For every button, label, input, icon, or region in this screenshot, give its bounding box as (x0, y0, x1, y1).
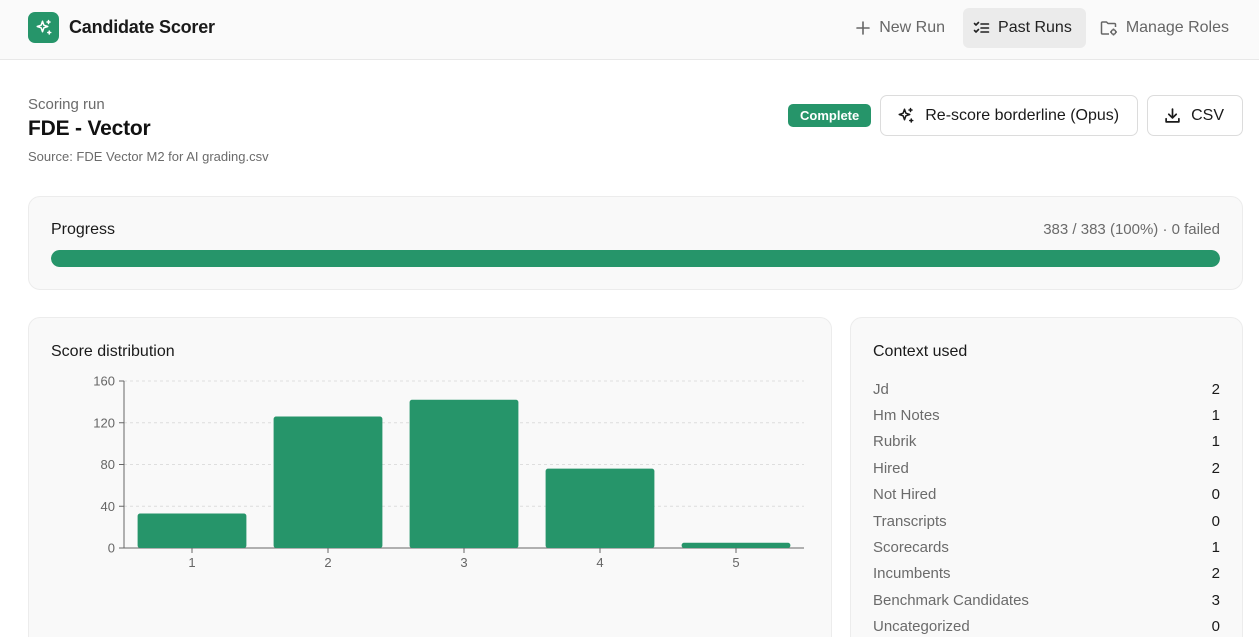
y-tick-label: 120 (93, 415, 115, 430)
progress-card: Progress 383 / 383 (100%) · 0 failed (28, 196, 1243, 290)
context-item-count: 0 (1211, 618, 1220, 636)
score-distribution-chart: 0 40 80 120 160 1 2 3 4 5 (93, 374, 804, 570)
context-item: Benchmark Candidates 3 (873, 587, 1220, 613)
context-item-label: Transcripts (873, 512, 947, 530)
bar-score-5 (681, 542, 791, 548)
context-item-count: 1 (1211, 407, 1220, 425)
run-header: Scoring run FDE - Vector Source: FDE Vec… (28, 96, 269, 164)
context-list: Jd 2 Hm Notes 1 Rubrik 1 Hired 2 Not Hired 0 Trans… (873, 376, 1220, 637)
x-tick-label: 3 (460, 555, 467, 570)
x-tick-label: 5 (732, 555, 739, 570)
y-tick-label: 0 (108, 541, 115, 556)
bar-score-1 (137, 513, 247, 548)
context-item-label: Not Hired (873, 486, 937, 504)
bar-score-4 (545, 468, 655, 548)
x-tick-label: 4 (596, 555, 603, 570)
context-item: Hired 2 (873, 455, 1220, 481)
context-item-label: Hm Notes (873, 407, 940, 425)
context-item-label: Benchmark Candidates (873, 591, 1029, 609)
sparkles-icon (898, 107, 914, 123)
context-item-label: Rubrik (873, 433, 917, 451)
context-item: Rubrik 1 (873, 429, 1220, 455)
progress-stat: 383 / 383 (100%) · 0 failed (1043, 221, 1220, 238)
progress-fill (51, 250, 1220, 267)
context-item: Scorecards 1 (873, 534, 1220, 560)
y-tick-label: 160 (93, 374, 115, 389)
download-icon (1165, 108, 1180, 123)
context-item-count: 2 (1211, 380, 1220, 398)
progress-title: Progress (51, 221, 116, 238)
y-tick-label: 80 (101, 457, 115, 472)
nav-manage-roles[interactable]: Manage Roles (1090, 8, 1243, 48)
nav-manage-roles-label: Manage Roles (1125, 19, 1229, 36)
context-item-count: 0 (1211, 512, 1220, 530)
context-item: Incumbents 2 (873, 561, 1220, 587)
bar-score-2 (273, 416, 383, 548)
context-item: Hm Notes 1 (873, 402, 1220, 428)
rescore-borderline-button[interactable]: Re-score borderline (Opus) (880, 95, 1139, 136)
x-tick-label: 2 (324, 555, 331, 570)
context-item-label: Jd (873, 380, 889, 398)
brand[interactable]: Candidate Scorer (28, 12, 215, 43)
nav-new-run-label: New Run (879, 19, 946, 36)
context-item-label: Hired (873, 459, 909, 477)
app-name: Candidate Scorer (69, 17, 215, 37)
context-item-count: 2 (1211, 459, 1220, 477)
checklist-icon (973, 21, 990, 33)
csv-download-label: CSV (1191, 106, 1224, 124)
sparkles-icon (28, 12, 59, 43)
page-title: FDE - Vector (28, 117, 151, 140)
context-item-count: 0 (1211, 486, 1220, 504)
y-tick-label: 40 (101, 499, 115, 514)
nav-past-runs[interactable]: Past Runs (963, 8, 1086, 48)
bar-score-3 (409, 399, 519, 548)
top-bar: Candidate Scorer New Run Past Runs Manag… (0, 0, 1259, 60)
nav-new-run[interactable]: New Run (845, 8, 959, 48)
score-distribution-card: Score distribution 0 40 80 120 160 1 2 3 4 5 (28, 317, 832, 637)
context-item: Not Hired 0 (873, 482, 1220, 508)
context-used-card: Context used Jd 2 Hm Notes 1 Rubrik 1 Hired 2 No… (850, 317, 1243, 637)
context-item-count: 3 (1211, 591, 1220, 609)
folder-gear-icon (1100, 21, 1117, 36)
run-kicker: Scoring run (28, 96, 105, 113)
status-badge: Complete (788, 104, 872, 127)
context-item-label: Uncategorized (873, 618, 970, 636)
run-actions: Complete Re-score borderline (Opus) CSV (788, 95, 1243, 136)
rescore-borderline-label: Re-score borderline (Opus) (925, 106, 1120, 124)
context-item-count: 2 (1211, 565, 1220, 583)
context-item-label: Incumbents (873, 565, 951, 583)
run-source: Source: FDE Vector M2 for AI grading.csv (28, 149, 269, 164)
context-used-title: Context used (873, 343, 968, 360)
plus-icon (856, 21, 871, 35)
context-item: Transcripts 0 (873, 508, 1220, 534)
context-item-count: 1 (1211, 539, 1220, 557)
main-nav: New Run Past Runs Manage Roles (845, 8, 1243, 48)
nav-past-runs-label: Past Runs (998, 19, 1072, 36)
context-item: Uncategorized 0 (873, 614, 1220, 637)
context-item-count: 1 (1211, 433, 1220, 451)
progress-bar (51, 250, 1220, 267)
context-item: Jd 2 (873, 376, 1220, 402)
x-tick-label: 1 (188, 555, 195, 570)
context-item-label: Scorecards (873, 539, 949, 557)
csv-download-button[interactable]: CSV (1147, 95, 1243, 136)
